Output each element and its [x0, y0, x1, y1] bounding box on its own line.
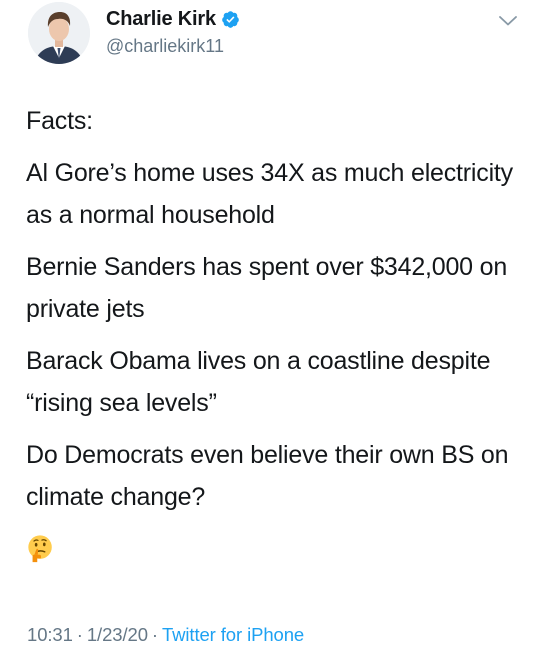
tweet-meta: 10:31 · 1/23/20 · Twitter for iPhone	[27, 624, 304, 646]
chevron-down-icon[interactable]	[497, 14, 519, 28]
thinking-face-emoji-icon	[26, 534, 56, 564]
tweet-paragraph: Al Gore’s home uses 34X as much electric…	[26, 159, 513, 229]
verified-badge-icon	[222, 11, 239, 28]
avatar-portrait-image	[28, 2, 90, 64]
author-display-name[interactable]: Charlie Kirk	[106, 8, 216, 31]
tweet-paragraph: Bernie Sanders has spent over $342,000 o…	[26, 253, 508, 323]
tweet-source-link[interactable]: Twitter for iPhone	[162, 624, 304, 645]
meta-separator: ·	[76, 624, 83, 645]
author-name-row: Charlie Kirk	[106, 8, 240, 31]
avatar[interactable]	[28, 2, 90, 64]
author-handle[interactable]: @charliekirk11	[106, 36, 224, 57]
tweet-paragraph: Do Democrats even believe their own BS o…	[26, 441, 509, 511]
tweet-paragraph: Facts:	[26, 107, 93, 135]
tweet-paragraph: Barack Obama lives on a coastline despit…	[26, 347, 491, 417]
tweet-date[interactable]: 1/23/20	[87, 624, 148, 645]
tweet-time[interactable]: 10:31	[27, 624, 73, 645]
meta-separator: ·	[151, 624, 158, 645]
tweet-text: Facts: Al Gore’s home uses 34X as much e…	[26, 100, 526, 577]
